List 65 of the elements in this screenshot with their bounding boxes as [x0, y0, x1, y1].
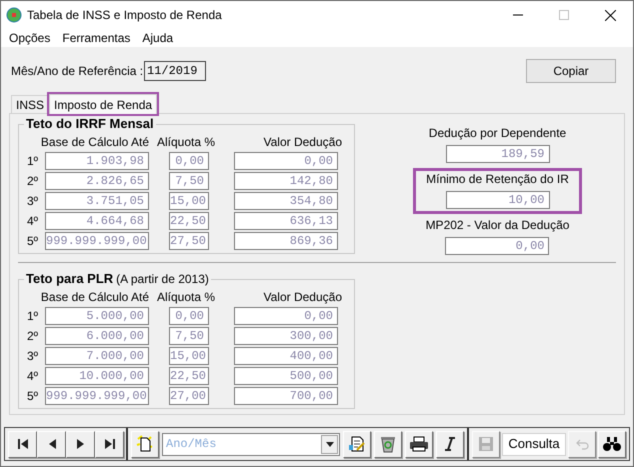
menu-item[interactable]: Ajuda: [142, 29, 174, 47]
deduction-field[interactable]: 500,00: [234, 367, 338, 385]
field-label: Dedução por Dependente: [428, 126, 566, 141]
menu-item[interactable]: Ferramentas: [62, 29, 130, 47]
deduction-field[interactable]: 400,00: [234, 347, 338, 365]
field-label: Mínimo de Retenção do IR: [426, 172, 569, 187]
value-field[interactable]: 10,00: [446, 191, 550, 209]
base-field[interactable]: 7.000,00: [45, 347, 149, 365]
column-header: Base de Cálculo Até: [40, 290, 149, 305]
rate-field[interactable]: 27,00: [169, 387, 209, 405]
field-label: MP202 - Valor da Dedução: [426, 218, 570, 233]
value-field[interactable]: 0,00: [445, 237, 550, 255]
rate-field[interactable]: 15,00: [169, 347, 209, 365]
reference-label: Mês/Ano de Referência :: [11, 63, 144, 80]
rank-label: 5º: [27, 233, 40, 250]
rank-label: 4º: [27, 368, 40, 385]
deduction-field[interactable]: 0,00: [234, 152, 338, 170]
base-field[interactable]: 999.999.999,00: [45, 387, 149, 405]
base-field[interactable]: 6.000,00: [45, 327, 149, 345]
tab[interactable]: INSS: [11, 95, 50, 113]
rank-label: 3º: [27, 193, 40, 210]
reference-field[interactable]: 11/2019: [144, 61, 206, 81]
base-field[interactable]: 5.000,00: [45, 307, 149, 325]
base-field[interactable]: 1.903,98: [45, 152, 149, 170]
rate-field[interactable]: 7,50: [169, 327, 209, 345]
rate-field[interactable]: 22,50: [169, 212, 209, 230]
group-title: Teto para PLR: [26, 271, 114, 286]
rank-label: 1º: [27, 153, 40, 170]
tab[interactable]: Imposto de Renda: [49, 94, 158, 114]
deduction-field[interactable]: 700,00: [234, 387, 338, 405]
base-field[interactable]: 4.664,68: [45, 212, 149, 230]
rate-field[interactable]: 7,50: [169, 172, 209, 190]
mode-status: Consulta: [502, 432, 566, 456]
rank-label: 1º: [27, 308, 40, 325]
deduction-field[interactable]: 300,00: [234, 327, 338, 345]
column-header: Alíquota %: [157, 290, 216, 305]
rank-label: 5º: [27, 388, 40, 405]
base-field[interactable]: 999.999.999,00: [45, 232, 149, 250]
rate-field[interactable]: 0,00: [169, 307, 209, 325]
rank-label: 2º: [27, 328, 40, 345]
base-field[interactable]: 3.751,05: [45, 192, 149, 210]
window-title: Tabela de INSS e Imposto de Renda: [27, 7, 223, 24]
deduction-field[interactable]: 354,80: [234, 192, 338, 210]
rate-field[interactable]: 27,50: [169, 232, 209, 250]
deduction-field[interactable]: 636,13: [234, 212, 338, 230]
group-title: Teto do IRRF Mensal: [26, 116, 154, 131]
column-header: Valor Dedução: [262, 135, 342, 150]
column-header: Alíquota %: [157, 135, 216, 150]
rank-label: 3º: [27, 348, 40, 365]
rate-field[interactable]: 15,00: [169, 192, 209, 210]
rate-field[interactable]: 22,50: [169, 367, 209, 385]
deduction-field[interactable]: 142,80: [234, 172, 338, 190]
rank-label: 2º: [27, 173, 40, 190]
group-subtitle: (A partir de 2013): [116, 272, 209, 287]
base-field[interactable]: 2.826,65: [45, 172, 149, 190]
column-header: Base de Cálculo Até: [40, 135, 149, 150]
base-field[interactable]: 10.000,00: [45, 367, 149, 385]
deduction-field[interactable]: 869,36: [234, 232, 338, 250]
deduction-field[interactable]: 0,00: [234, 307, 338, 325]
menu-item[interactable]: Opções: [9, 29, 50, 47]
column-header: Valor Dedução: [262, 290, 342, 305]
copy-button[interactable]: Copiar: [526, 59, 616, 83]
value-field[interactable]: 189,59: [446, 145, 550, 163]
rate-field[interactable]: 0,00: [169, 152, 209, 170]
rank-label: 4º: [27, 213, 40, 230]
